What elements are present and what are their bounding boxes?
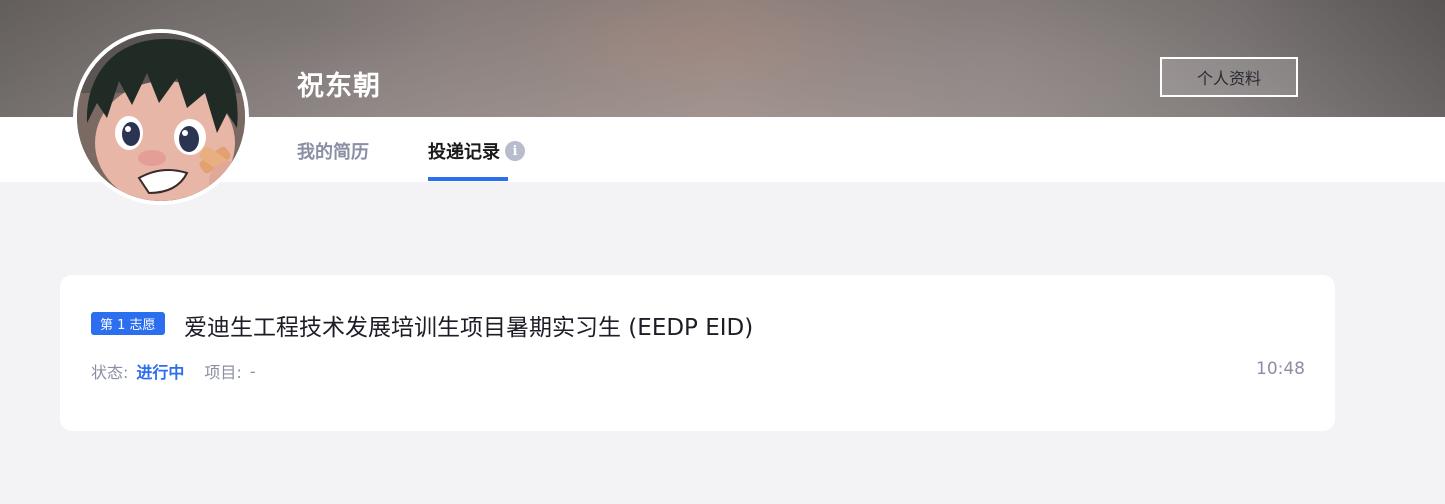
project-label: 项目: [204, 363, 242, 382]
avatar[interactable] [73, 29, 249, 205]
avatar-illustration [77, 33, 245, 201]
project-value: - [249, 361, 256, 381]
tab-my-resume[interactable]: 我的简历 [297, 138, 369, 164]
tab-application-records-label: 投递记录 [428, 142, 500, 163]
choice-badge: 第 1 志愿 [91, 312, 165, 335]
application-card[interactable]: 第 1 志愿 爱迪生工程技术发展培训生项目暑期实习生 (EEDP EID) 状态… [60, 275, 1335, 431]
job-title[interactable]: 爱迪生工程技术发展培训生项目暑期实习生 (EEDP EID) [184, 308, 753, 342]
active-tab-indicator [428, 177, 508, 181]
user-name: 祝东朝 [297, 71, 381, 102]
status-value: 进行中 [136, 363, 185, 382]
profile-button[interactable]: 个人资料 [1160, 57, 1298, 97]
tab-my-resume-label: 我的简历 [297, 142, 369, 163]
application-records-page: 祝东朝 个人资料 我的简历 投递记录 i 第 1 志愿 爱迪生工程技术发展培训生… [0, 0, 1445, 504]
tab-application-records[interactable]: 投递记录 i [428, 138, 525, 164]
application-time: 10:48 [1256, 359, 1305, 379]
status-label: 状态: [91, 363, 129, 382]
application-meta: 状态: 进行中 项目: - [91, 359, 256, 383]
info-icon[interactable]: i [505, 141, 525, 161]
